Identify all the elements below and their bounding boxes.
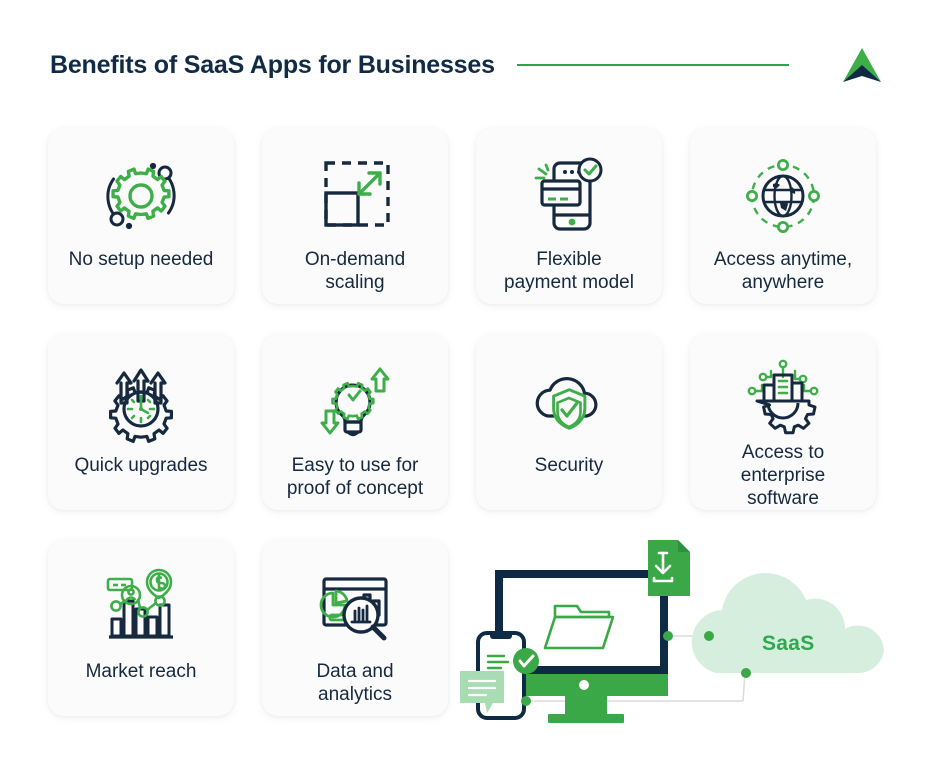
benefit-card-no-setup-needed[interactable]: No setup needed [48, 128, 234, 304]
benefit-card-data-and-analytics[interactable]: Data and analytics [262, 540, 448, 716]
card-label: Data and analytics [316, 661, 394, 705]
phone-payment-icon [476, 144, 662, 248]
card-label: Market reach [85, 661, 197, 682]
card-label: Easy to use for proof of concept [286, 455, 424, 499]
card-label: No setup needed [68, 249, 214, 270]
card-label: Security [534, 455, 604, 476]
gear-orbit-icon [48, 144, 234, 248]
benefit-card-market-reach[interactable]: Market reach [48, 540, 234, 716]
lightbulb-gear-icon [262, 350, 448, 454]
resize-square-icon [262, 144, 448, 248]
card-label: On-demand scaling [304, 249, 406, 293]
saas-illustration [458, 528, 910, 728]
benefit-card-enterprise-software[interactable]: Access to enterprise software [690, 334, 876, 510]
benefit-card-proof-of-concept[interactable]: Easy to use for proof of concept [262, 334, 448, 510]
cloud-label: SaaS [762, 632, 815, 655]
page-title: Benefits of SaaS Apps for Businesses [50, 50, 495, 79]
globe-network-icon [690, 144, 876, 248]
download-file-icon [648, 540, 690, 596]
bar-chart-dollar-icon [48, 556, 234, 660]
benefit-card-on-demand-scaling[interactable]: On-demand scaling [262, 128, 448, 304]
benefit-card-security[interactable]: Security [476, 334, 662, 510]
enterprise-gear-icon [690, 350, 876, 441]
brand-logo [839, 45, 885, 85]
cloud-shield-icon [476, 350, 662, 454]
cloud-shape [691, 573, 884, 674]
benefit-card-flexible-payment-model[interactable]: Flexible payment model [476, 128, 662, 304]
check-badge-icon [513, 648, 539, 674]
header-divider [516, 64, 789, 66]
card-label: Flexible payment model [504, 249, 634, 293]
header: Benefits of SaaS Apps for Businesses [50, 44, 885, 86]
infographic-page: Benefits of SaaS Apps for Businesses No … [0, 0, 925, 769]
card-label: Access to enterprise software [740, 442, 826, 509]
card-label: Quick upgrades [74, 455, 208, 476]
gear-clock-arrows-icon [48, 350, 234, 454]
arrow-logo-icon [843, 48, 881, 82]
benefit-card-quick-upgrades[interactable]: Quick upgrades [48, 334, 234, 510]
card-label: Access anytime, anywhere [713, 249, 853, 293]
dashboard-magnifier-icon [262, 556, 448, 660]
benefit-card-access-anytime-anywhere[interactable]: Access anytime, anywhere [690, 128, 876, 304]
